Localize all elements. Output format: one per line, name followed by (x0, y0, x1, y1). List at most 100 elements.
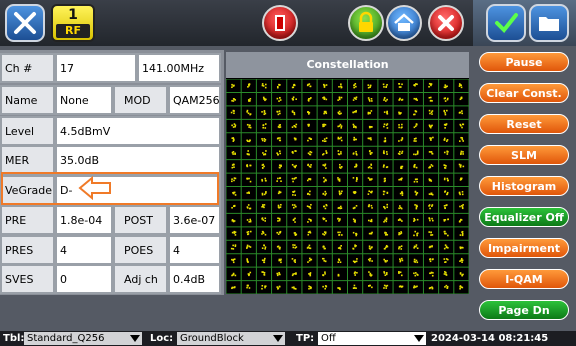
constellation-point (276, 111, 279, 113)
constellation-point (415, 244, 418, 246)
sidebar-button-i-qam[interactable]: I-QAM (479, 269, 569, 289)
constellation-point (398, 99, 400, 101)
constellation-point (369, 112, 371, 115)
constellation-point (413, 272, 415, 275)
constellation-point (280, 165, 282, 168)
close-button[interactable] (428, 5, 464, 41)
constellation-point (444, 127, 446, 129)
constellation-point (249, 220, 252, 222)
exit-button[interactable] (262, 5, 298, 41)
constellation-point (398, 246, 401, 248)
constellation-point (462, 151, 464, 153)
tp-dropdown[interactable]: Off (318, 332, 426, 345)
loc-dropdown[interactable]: GroundBlock (177, 332, 285, 345)
constellation-point (355, 164, 358, 167)
constellation-point (294, 221, 296, 223)
constellation-point (398, 272, 400, 275)
constellation-point (370, 220, 373, 222)
home-button[interactable] (386, 5, 422, 41)
open-folder-button[interactable] (529, 4, 569, 42)
lock-button[interactable] (348, 5, 384, 41)
constellation-point (429, 207, 431, 210)
constellation-point (386, 203, 389, 206)
constellation-point (352, 287, 355, 289)
constellation-point (310, 219, 312, 222)
constellation-point (292, 219, 295, 221)
constellation-point (446, 177, 449, 180)
sidebar-button-clear-const[interactable]: Clear Const. (479, 83, 569, 103)
sidebar-button-reset[interactable]: Reset (479, 114, 569, 134)
level-value: 4.5dBmV (55, 116, 221, 146)
constellation-point (278, 191, 281, 194)
constellation-point (293, 113, 296, 116)
sidebar-button-page-dn[interactable]: Page Dn (479, 300, 569, 320)
channel-value[interactable]: 17 (55, 53, 137, 83)
constellation-point (261, 287, 263, 290)
constellation-point (413, 126, 416, 129)
constellation-point (324, 260, 327, 263)
constellation-point (231, 86, 233, 89)
constellation-point (371, 207, 373, 209)
constellation-point (263, 244, 265, 247)
constellation-point (430, 234, 432, 236)
constellation-point (353, 272, 356, 274)
constellation-point (324, 231, 327, 234)
constellation-point (249, 207, 252, 210)
constellation-point (308, 111, 311, 114)
constellation-point (416, 192, 419, 194)
constellation-point (279, 99, 282, 101)
constellation-point (369, 274, 371, 276)
constellation-point (399, 218, 401, 220)
constellation-point (382, 83, 385, 86)
constellation-point (355, 126, 357, 129)
constellation-point (369, 150, 371, 152)
constellation-point (308, 259, 311, 262)
constellation-point (309, 231, 312, 234)
constellation-point (324, 285, 327, 287)
constellation-point (431, 234, 434, 236)
constellation-point (310, 164, 312, 166)
constellation-point (308, 244, 311, 247)
constellation-point (431, 274, 434, 277)
constellation-point (355, 98, 357, 100)
rf-port-button[interactable]: 1 RF (51, 4, 95, 42)
constellation-point (352, 111, 354, 114)
constellation-point (401, 257, 403, 260)
constellation-point (355, 153, 358, 156)
constellation-point (325, 152, 328, 155)
constellation-point (265, 150, 267, 152)
sidebar-button-equalizer-off[interactable]: Equalizer Off (479, 207, 569, 227)
sidebar-button-pause[interactable]: Pause (479, 52, 569, 72)
constellation-point (279, 177, 282, 179)
pres-value: 4 (55, 235, 113, 265)
constellation-point (413, 165, 415, 168)
constellation-point (446, 287, 449, 289)
sidebar-button-impairment[interactable]: Impairment (479, 238, 569, 258)
constellation-point (461, 193, 464, 196)
sidebar-button-slm[interactable]: SLM (479, 145, 569, 165)
tbl-dropdown[interactable]: Standard_Q256 (24, 332, 142, 345)
constellation-point (367, 219, 370, 222)
constellation-point (354, 274, 356, 276)
constellation-point (398, 83, 400, 85)
sidebar-button-histogram[interactable]: Histogram (479, 176, 569, 196)
constellation-point (445, 284, 448, 287)
constellation-point (401, 123, 403, 126)
constellation-point (370, 204, 373, 207)
save-results-button[interactable] (486, 4, 526, 42)
constellation-point (263, 204, 266, 206)
constellation-point (337, 231, 339, 234)
constellation-point (353, 126, 355, 128)
constellation-point (291, 286, 294, 289)
constellation-point (429, 96, 432, 99)
constellation-point (307, 99, 310, 102)
constellation-point (278, 84, 281, 86)
constellation-point (294, 233, 297, 236)
left-arrow-annotation-icon (78, 176, 111, 200)
constellation-point (231, 218, 234, 221)
constellation-point (443, 151, 446, 154)
constellation-point (261, 111, 263, 113)
frequency-value[interactable]: 141.00MHz (137, 53, 221, 83)
constellation-point (416, 234, 418, 237)
tools-button[interactable] (5, 4, 45, 42)
